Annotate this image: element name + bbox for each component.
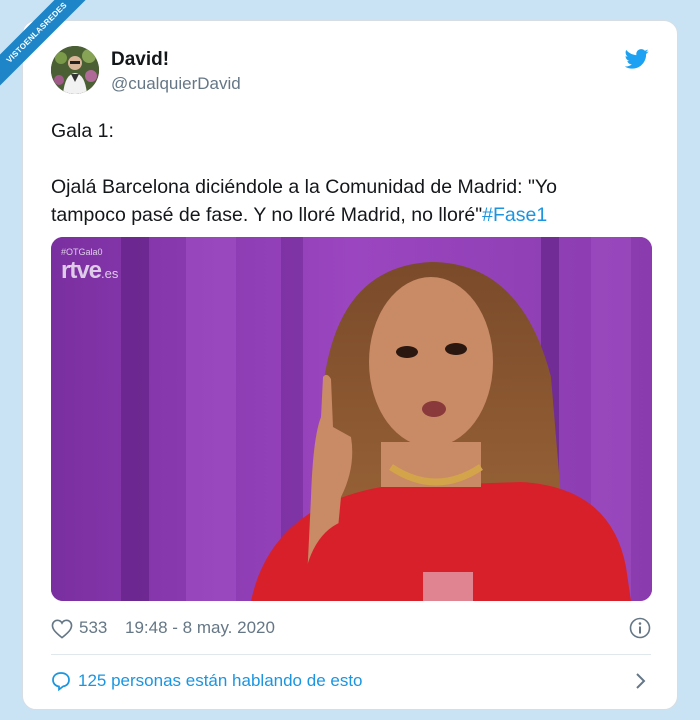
tv-still-image [51, 237, 652, 601]
tweet-line-1: Gala 1: [51, 120, 114, 142]
like-count[interactable]: 533 [79, 618, 107, 638]
tv-hashtag: #OTGala0 [61, 247, 103, 257]
chevron-right-icon [636, 673, 646, 689]
user-handle[interactable]: @cualquierDavid [111, 74, 241, 94]
tv-watermark: #OTGala0 rtve.es [61, 247, 118, 285]
conversation-link[interactable]: 125 personas están hablando de esto [51, 667, 651, 695]
display-name[interactable]: David! [111, 49, 169, 71]
info-icon[interactable] [629, 617, 651, 639]
tv-logo: rtve [61, 257, 102, 284]
tweet-media-image[interactable]: #OTGala0 rtve.es [51, 237, 652, 601]
tweet-line-2: Ojalá Barcelona diciéndole a la Comunida… [51, 173, 631, 229]
heart-icon[interactable] [51, 619, 73, 639]
timestamp[interactable]: 19:48 - 8 may. 2020 [125, 618, 275, 638]
tv-logo-suffix: .es [101, 266, 119, 281]
twitter-bird-icon[interactable] [625, 49, 649, 69]
tweet-text: Gala 1: Ojalá Barcelona diciéndole a la … [51, 117, 631, 229]
tweet-card: David! @cualquierDavid Gala 1: Ojalá Bar… [22, 20, 678, 710]
watermark-domain: .com [46, 42, 61, 57]
conversation-text: 125 personas están hablando de esto [78, 671, 363, 690]
comment-bubble-icon [52, 672, 70, 691]
divider [51, 654, 651, 655]
tweet-meta-row: 533 19:48 - 8 may. 2020 [51, 617, 651, 641]
hashtag-link[interactable]: #Fase1 [482, 204, 547, 226]
